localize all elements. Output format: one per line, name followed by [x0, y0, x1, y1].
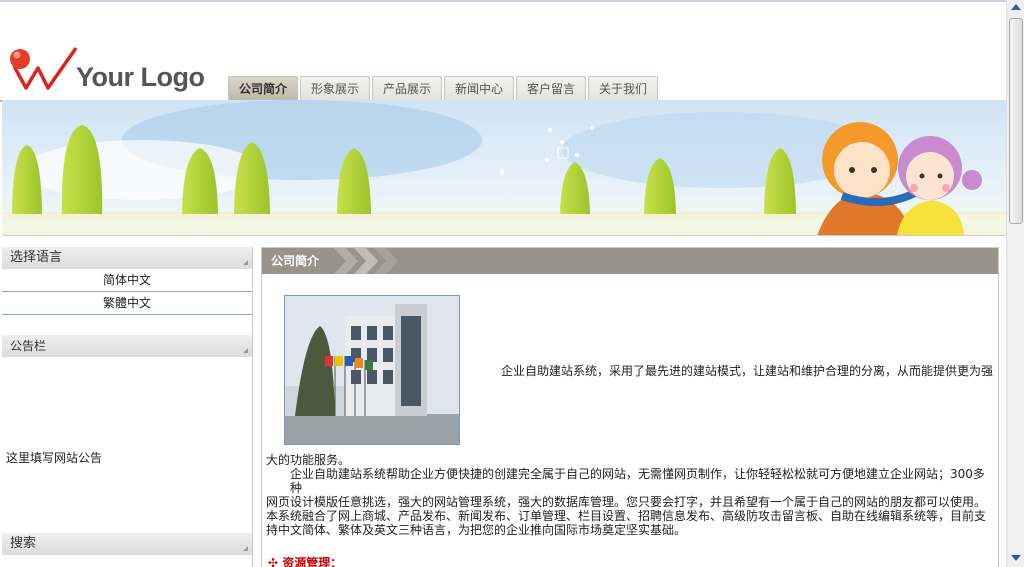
bullet-icon: ✣ — [268, 556, 283, 567]
corner-arrow-icon — [243, 260, 248, 265]
paragraph-line-3: 本系统融合了网上商城、产品发布、新闻发布、订单管理、栏目设置、招聘信息发布、高级… — [266, 509, 987, 523]
sidebar: 选择语言 简体中文 繁體中文 公告栏 这里填写网站公告 搜索 — [2, 247, 253, 567]
logo-mark-icon — [10, 46, 78, 90]
notice-panel-title: 公告栏 — [10, 339, 47, 353]
main-content-panel: 公司简介 企业自助建站系统，采用了最先进的建站模式，让建站和维护合理的分离，从而… — [261, 247, 999, 567]
language-panel-header: 选择语言 — [2, 247, 252, 269]
paragraph-line-4: 持中文简体、繁体及英文三种语言，为把您的企业推向国际市场奠定坚实基础。 — [266, 523, 687, 537]
notice-panel-header: 公告栏 — [2, 335, 252, 357]
resource-management-label: 资源管理： — [282, 556, 343, 567]
nav-tab-company-intro[interactable]: 公司简介 — [228, 76, 298, 101]
intro-text-line: 企业自助建站系统，采用了最先进的建站模式，让建站和维护合理的分离，从而能提供更为… — [501, 364, 994, 378]
paragraph-line-1: 企业自助建站系统帮助企业方便快捷的创建完全属于自己的网站，无需懂网页制作，让你轻… — [290, 467, 985, 495]
corner-arrow-icon — [243, 546, 248, 551]
notice-panel-body: 这里填写网站公告 — [2, 357, 252, 533]
intro-continuation: 大的功能服务。 — [266, 453, 351, 467]
search-panel-header: 搜索 — [2, 533, 252, 555]
language-panel-title: 选择语言 — [10, 250, 63, 265]
main-nav: 公司简介 形象展示 产品展示 新闻中心 客户留言 关于我们 — [228, 76, 658, 102]
scroll-up-arrow-icon[interactable] — [1011, 4, 1021, 10]
chevron-right-icon — [374, 248, 398, 274]
language-link-simplified[interactable]: 简体中文 — [2, 269, 252, 292]
search-panel-title: 搜索 — [10, 536, 37, 551]
resource-management-heading: ✣ 资源管理： — [268, 554, 342, 567]
logo-text: Your Logo — [76, 62, 205, 92]
paragraph-line-2: 网页设计模版任意挑选，强大的网站管理系统，强大的数据库管理。您只要会打字，并且希… — [266, 495, 987, 509]
main-panel-title: 公司简介 — [271, 254, 320, 268]
corner-arrow-icon — [243, 348, 248, 353]
site-header: Your Logo 公司简介 形象展示 产品展示 新闻中心 客户留言 关于我们 — [0, 2, 1006, 102]
intro-paragraph: 大的功能服务。 企业自助建站系统帮助企业方便快捷的创建完全属于自己的网站，无需懂… — [266, 453, 994, 537]
scrollbar-thumb[interactable] — [1009, 18, 1023, 224]
language-link-traditional[interactable]: 繁體中文 — [2, 292, 252, 315]
scroll-down-arrow-icon[interactable] — [1011, 555, 1021, 561]
notice-text: 这里填写网站公告 — [6, 451, 103, 465]
nav-tab-news[interactable]: 新闻中心 — [444, 76, 514, 101]
vertical-scrollbar[interactable] — [1006, 0, 1024, 567]
nav-tab-about-us[interactable]: 关于我们 — [588, 76, 658, 101]
company-building-photo — [284, 295, 460, 445]
nav-tab-products[interactable]: 产品展示 — [372, 76, 442, 101]
banner-image — [2, 100, 1006, 236]
main-panel-header: 公司简介 — [262, 248, 998, 274]
nav-tab-image-display[interactable]: 形象展示 — [300, 76, 370, 101]
nav-tab-guestbook[interactable]: 客户留言 — [516, 76, 586, 101]
